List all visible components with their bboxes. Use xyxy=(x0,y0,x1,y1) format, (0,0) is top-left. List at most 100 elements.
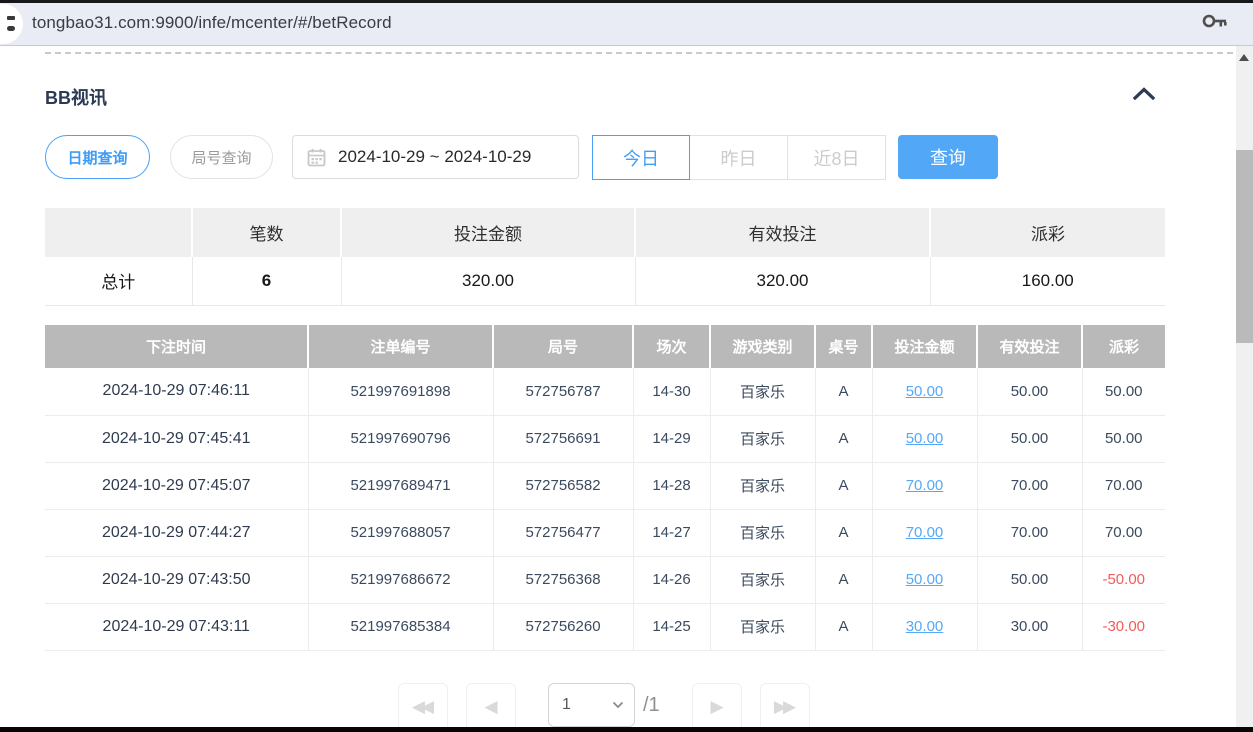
bet-record-table: 下注时间注单编号局号场次游戏类别桌号投注金额有效投注派彩 2024-10-29 … xyxy=(45,325,1165,651)
calendar-icon xyxy=(307,148,326,167)
cell-order-number: 521997689471 xyxy=(308,462,493,509)
cell-session: 14-25 xyxy=(633,603,710,650)
cell-payout: -30.00 xyxy=(1082,603,1165,650)
bet-amount-link[interactable]: 70.00 xyxy=(906,477,944,494)
column-header-1: 下注时间 xyxy=(45,325,308,368)
column-header-2: 注单编号 xyxy=(308,325,493,368)
date-query-tab[interactable]: 日期查询 xyxy=(45,135,150,179)
cell-order-number: 521997690796 xyxy=(308,415,493,462)
cell-session: 14-30 xyxy=(633,368,710,415)
bet-amount-link[interactable]: 50.00 xyxy=(906,571,944,588)
bet-amount-link[interactable]: 50.00 xyxy=(906,383,944,400)
chevron-up-icon[interactable] xyxy=(1132,87,1156,105)
date-range-value: 2024-10-29 ~ 2024-10-29 xyxy=(338,147,531,167)
round-query-tab[interactable]: 局号查询 xyxy=(170,135,273,179)
cell-bet-time: 2024-10-29 07:45:41 xyxy=(45,415,308,462)
cell-order-number: 521997691898 xyxy=(308,368,493,415)
page-number-value: 1 xyxy=(562,696,571,714)
summary-header-count: 笔数 xyxy=(192,208,341,257)
cell-bet-amount: 70.00 xyxy=(872,462,977,509)
table-row: 2024-10-29 07:44:27 521997688057 5727564… xyxy=(45,509,1165,556)
cell-bet-amount: 30.00 xyxy=(872,603,977,650)
cell-valid-bet: 70.00 xyxy=(977,509,1082,556)
scrollbar-up-arrow-icon[interactable] xyxy=(1239,54,1249,61)
column-header-9: 派彩 xyxy=(1082,325,1165,368)
chevron-down-icon xyxy=(612,701,624,709)
panel-dashed-border xyxy=(45,52,1233,54)
summary-payout-value: 160.00 xyxy=(930,257,1165,305)
summary-bet-amount-value: 320.00 xyxy=(341,257,635,305)
url-bar[interactable]: tongbao31.com:9900/infe/mcenter/#/betRec… xyxy=(32,13,392,33)
today-button[interactable]: 今日 xyxy=(592,135,690,180)
yesterday-button[interactable]: 昨日 xyxy=(690,135,788,180)
cell-order-number: 521997685384 xyxy=(308,603,493,650)
last-page-button[interactable]: ▶▶ xyxy=(760,683,810,731)
cell-table-number: A xyxy=(815,603,872,650)
table-row: 2024-10-29 07:43:50 521997686672 5727563… xyxy=(45,556,1165,603)
cell-round-number: 572756691 xyxy=(493,415,633,462)
bet-amount-link[interactable]: 30.00 xyxy=(906,618,944,635)
quick-date-group: 今日 昨日 近8日 xyxy=(592,135,886,180)
last-page-icon: ▶▶ xyxy=(774,697,792,717)
cell-bet-time: 2024-10-29 07:46:11 xyxy=(45,368,308,415)
table-row: 2024-10-29 07:45:07 521997689471 5727565… xyxy=(45,462,1165,509)
cell-valid-bet: 70.00 xyxy=(977,462,1082,509)
window-bottom-edge xyxy=(0,727,1253,732)
cell-valid-bet: 50.00 xyxy=(977,556,1082,603)
summary-total-label: 总计 xyxy=(45,257,192,305)
last-8-days-button[interactable]: 近8日 xyxy=(788,135,886,180)
first-page-icon: ◀◀ xyxy=(412,697,430,717)
cell-round-number: 572756368 xyxy=(493,556,633,603)
cell-round-number: 572756477 xyxy=(493,509,633,556)
site-favicon-icon xyxy=(0,4,23,44)
total-pages-label: /1 xyxy=(643,694,660,717)
bet-amount-link[interactable]: 70.00 xyxy=(906,524,944,541)
bet-table-body: 2024-10-29 07:46:11 521997691898 5727567… xyxy=(45,368,1165,650)
cell-table-number: A xyxy=(815,415,872,462)
column-header-8: 有效投注 xyxy=(977,325,1082,368)
cell-bet-amount: 70.00 xyxy=(872,509,977,556)
bet-table-header-row: 下注时间注单编号局号场次游戏类别桌号投注金额有效投注派彩 xyxy=(45,325,1165,368)
vertical-scrollbar[interactable] xyxy=(1236,46,1253,732)
table-row: 2024-10-29 07:45:41 521997690796 5727566… xyxy=(45,415,1165,462)
summary-table: 笔数 投注金额 有效投注 派彩 总计 6 320.00 320.00 160.0… xyxy=(45,208,1165,306)
cell-bet-time: 2024-10-29 07:43:50 xyxy=(45,556,308,603)
prev-page-button[interactable]: ◀ xyxy=(466,683,516,731)
cell-session: 14-28 xyxy=(633,462,710,509)
cell-bet-time: 2024-10-29 07:43:11 xyxy=(45,603,308,650)
page-number-select[interactable]: 1 xyxy=(548,683,635,727)
table-row: 2024-10-29 07:46:11 521997691898 5727567… xyxy=(45,368,1165,415)
cell-bet-amount: 50.00 xyxy=(872,556,977,603)
cell-order-number: 521997686672 xyxy=(308,556,493,603)
bet-amount-link[interactable]: 50.00 xyxy=(906,430,944,447)
first-page-button[interactable]: ◀◀ xyxy=(398,683,448,731)
cell-valid-bet: 30.00 xyxy=(977,603,1082,650)
cell-payout: 50.00 xyxy=(1082,368,1165,415)
next-page-button[interactable]: ▶ xyxy=(692,683,742,731)
summary-header-bet-amount: 投注金额 xyxy=(341,208,635,257)
column-header-5: 游戏类别 xyxy=(710,325,815,368)
cell-payout: 70.00 xyxy=(1082,462,1165,509)
cell-round-number: 572756582 xyxy=(493,462,633,509)
scrollbar-thumb[interactable] xyxy=(1236,150,1253,343)
summary-valid-bet-value: 320.00 xyxy=(635,257,930,305)
cell-valid-bet: 50.00 xyxy=(977,415,1082,462)
page-title: BB视讯 xyxy=(45,84,107,110)
window-top-edge xyxy=(0,0,1253,3)
key-icon[interactable] xyxy=(1201,13,1229,36)
cell-payout: -50.00 xyxy=(1082,556,1165,603)
cell-session: 14-27 xyxy=(633,509,710,556)
cell-payout: 50.00 xyxy=(1082,415,1165,462)
cell-bet-time: 2024-10-29 07:45:07 xyxy=(45,462,308,509)
next-page-icon: ▶ xyxy=(710,697,723,717)
cell-valid-bet: 50.00 xyxy=(977,368,1082,415)
cell-game-type: 百家乐 xyxy=(710,603,815,650)
cell-order-number: 521997688057 xyxy=(308,509,493,556)
summary-total-row: 总计 6 320.00 320.00 160.00 xyxy=(45,257,1165,305)
cell-game-type: 百家乐 xyxy=(710,509,815,556)
cell-bet-amount: 50.00 xyxy=(872,415,977,462)
search-button[interactable]: 查询 xyxy=(898,135,998,179)
summary-header-row: 笔数 投注金额 有效投注 派彩 xyxy=(45,208,1165,257)
date-range-input[interactable]: 2024-10-29 ~ 2024-10-29 xyxy=(292,135,579,179)
browser-toolbar: tongbao31.com:9900/infe/mcenter/#/betRec… xyxy=(0,0,1253,46)
